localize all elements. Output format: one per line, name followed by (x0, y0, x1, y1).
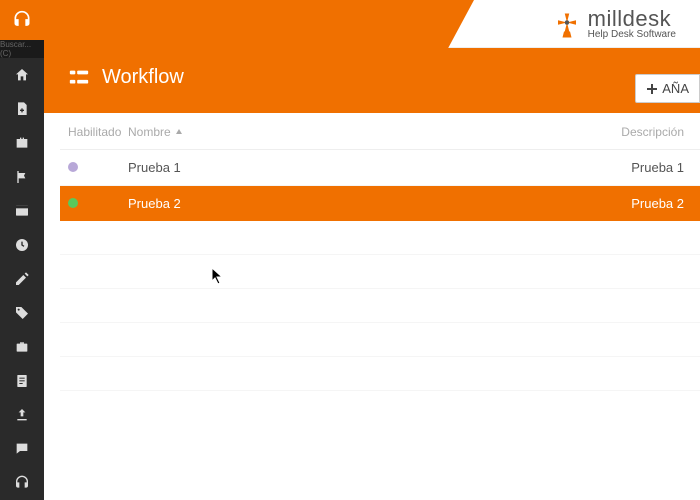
sidebar-top-avatar[interactable] (0, 0, 44, 40)
sidebar-item-tag[interactable] (0, 296, 44, 330)
row-enabled (68, 196, 128, 211)
clock-icon (14, 237, 30, 253)
sidebar-item-document-plus[interactable] (0, 92, 44, 126)
home-icon (14, 67, 30, 83)
sidebar-item-headset[interactable] (0, 466, 44, 500)
flag-icon (14, 169, 30, 185)
col-name[interactable]: Nombre (128, 125, 602, 139)
chat-icon (14, 441, 30, 457)
row-name: Prueba 2 (128, 196, 602, 211)
col-description[interactable]: Descripción (602, 125, 692, 139)
sidebar-item-pencil[interactable] (0, 262, 44, 296)
sort-asc-icon (175, 128, 183, 136)
table-row[interactable]: Prueba 1Prueba 1 (60, 150, 700, 186)
suitcase-icon (14, 339, 30, 355)
briefcase-icon (14, 135, 30, 151)
brand-logo: milldesk Help Desk Software (552, 8, 676, 40)
status-dot-icon (68, 162, 78, 172)
logo-bar: milldesk Help Desk Software (44, 0, 700, 48)
row-description: Prueba 2 (602, 196, 692, 211)
row-name: Prueba 1 (128, 160, 602, 175)
page-header: Workflow AÑA (44, 48, 700, 113)
sidebar-item-upload[interactable] (0, 398, 44, 432)
sidebar-item-chat[interactable] (0, 432, 44, 466)
table-row-empty (60, 357, 700, 391)
table-row-empty (60, 323, 700, 357)
brand-subtitle: Help Desk Software (588, 30, 676, 40)
plus-icon (646, 83, 658, 95)
add-button-label: AÑA (662, 81, 689, 96)
table-row-empty (60, 255, 700, 289)
workflow-table: Habilitado Nombre Descripción Prueba 1Pr… (44, 113, 700, 500)
form-icon (14, 373, 30, 389)
sidebar-search[interactable]: Buscar... (C) (0, 40, 44, 58)
sidebar: Buscar... (C) (0, 0, 44, 500)
sidebar-item-clock[interactable] (0, 228, 44, 262)
sidebar-item-window[interactable] (0, 194, 44, 228)
sidebar-item-flag[interactable] (0, 160, 44, 194)
table-row-empty (60, 221, 700, 255)
col-enabled[interactable]: Habilitado (68, 125, 128, 139)
brand-name: milldesk (588, 8, 676, 30)
sidebar-item-form[interactable] (0, 364, 44, 398)
page-title: Workflow (102, 66, 184, 89)
table-header: Habilitado Nombre Descripción (60, 113, 700, 150)
headset-icon (12, 10, 32, 30)
sidebar-item-home[interactable] (0, 58, 44, 92)
window-icon (14, 203, 30, 219)
add-button[interactable]: AÑA (635, 74, 700, 103)
table-row-empty (60, 289, 700, 323)
row-description: Prueba 1 (602, 160, 692, 175)
headset-icon (14, 475, 30, 491)
status-dot-icon (68, 198, 78, 208)
tag-icon (14, 305, 30, 321)
sidebar-item-suitcase[interactable] (0, 330, 44, 364)
row-enabled (68, 160, 128, 175)
main-area: milldesk Help Desk Software Workflow AÑA… (44, 0, 700, 500)
document-plus-icon (14, 101, 30, 117)
sidebar-item-briefcase[interactable] (0, 126, 44, 160)
upload-icon (14, 407, 30, 423)
pencil-icon (14, 271, 30, 287)
workflow-icon (68, 67, 90, 89)
windmill-icon (552, 9, 582, 39)
table-row[interactable]: Prueba 2Prueba 2 (60, 186, 700, 221)
